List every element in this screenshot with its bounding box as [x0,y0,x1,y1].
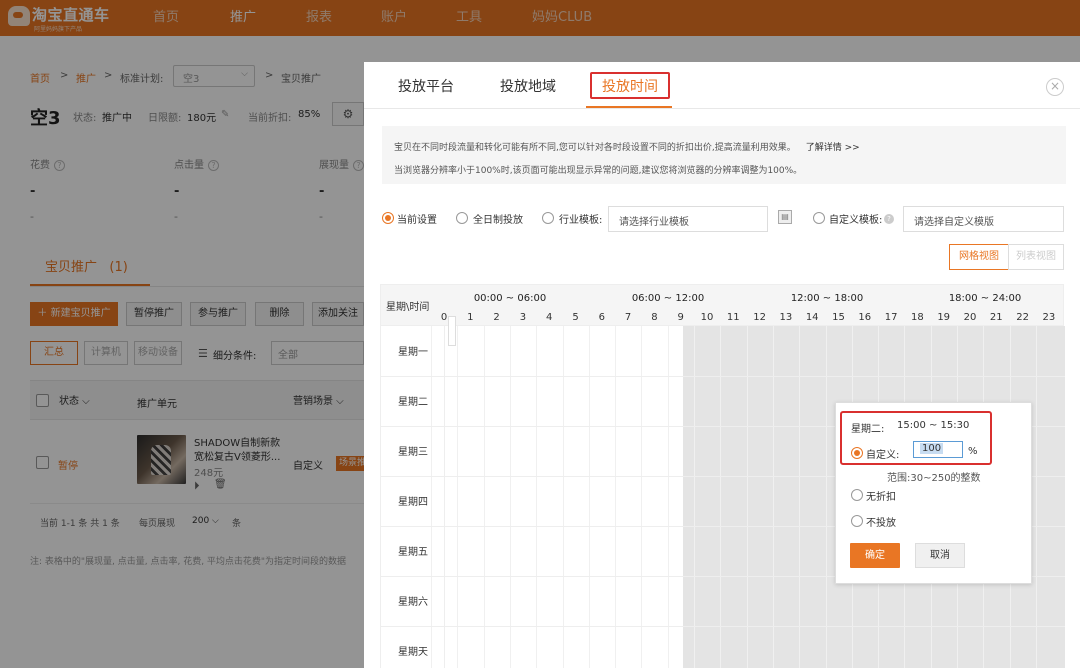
hour-label[interactable]: 6 [589,312,615,323]
hour-label[interactable]: 23 [1036,312,1062,323]
hour-label[interactable]: 9 [668,312,694,323]
save-template-icon[interactable]: ▤ [778,210,792,224]
day-label[interactable]: 星期六 [381,593,445,608]
grid-column-line [509,326,511,668]
hour-label[interactable]: 15 [826,312,852,323]
hour-label[interactable]: 5 [563,312,589,323]
hour-label[interactable]: 12 [747,312,773,323]
grid-corner-label: 星期\时间 [386,302,430,313]
grid-column-line [536,326,538,668]
info-banner: 宝贝在不同时段流量和转化可能有所不同,您可以针对各时段设置不同的折扣出价,提高流… [382,126,1066,184]
radio-no-discount[interactable] [851,489,863,501]
day-label[interactable]: 星期二 [381,393,445,408]
hour-label[interactable]: 4 [536,312,562,323]
radio-current-label: 当前设置 [397,215,437,226]
day-label[interactable]: 星期三 [381,443,445,458]
grid-column-line [667,326,669,668]
hour-label[interactable]: 16 [852,312,878,323]
info-line-2: 当浏览器分辨率小于100%时,该页面可能出现显示异常的问题,建议您将浏览器的分辨… [394,166,803,176]
grid-column-line [799,326,801,668]
hour-label[interactable]: 20 [957,312,983,323]
grid-row-line [381,626,1065,627]
industry-template-select[interactable]: 请选择行业模板 [608,206,768,232]
radio-all-day-label: 全日制投放 [473,215,523,226]
day-label[interactable]: 星期天 [381,643,445,658]
percent-sign: % [968,446,978,457]
range-label: 00:00 ~ 06:00 [473,293,547,304]
hour-label[interactable]: 18 [904,312,930,323]
grid-column-line [483,326,485,668]
hour-label[interactable]: 14 [799,312,825,323]
range-label: 12:00 ~ 18:00 [790,293,864,304]
grid-column-line [588,326,590,668]
hour-label[interactable]: 3 [510,312,536,323]
radio-custom-label: 自定义模板: [829,215,883,226]
radio-all-day[interactable] [456,212,468,224]
no-delivery-label: 不投放 [866,518,896,529]
grid-column-line [825,326,827,668]
grid-row-line [381,376,1065,377]
grid-column-line [457,326,459,668]
learn-more-link[interactable]: 了解详情 >> [806,143,860,153]
schedule-grid-header: 星期\时间 00:00 ~ 06:00 06:00 ~ 12:00 12:00 … [380,284,1064,326]
hour-label[interactable]: 19 [931,312,957,323]
discount-input[interactable]: 100 [913,441,963,458]
grid-column-line [720,326,722,668]
hour-label[interactable]: 10 [694,312,720,323]
hour-label[interactable]: 7 [615,312,641,323]
help-icon[interactable]: ? [884,214,894,224]
tab-platform[interactable]: 投放平台 [398,76,454,96]
close-icon[interactable]: × [1046,78,1064,96]
radio-no-delivery[interactable] [851,515,863,527]
hour-label[interactable]: 21 [983,312,1009,323]
list-view-button[interactable]: 列表视图 [1008,244,1064,270]
day-label[interactable]: 星期一 [381,343,445,358]
hour-label[interactable]: 11 [720,312,746,323]
grid-column-line [641,326,643,668]
divider [364,108,1080,109]
info-line-1: 宝贝在不同时段流量和转化可能有所不同,您可以针对各时段设置不同的折扣出价,提高流… [394,143,860,153]
hour-label[interactable]: 2 [484,312,510,323]
grid-column-line [772,326,774,668]
grid-view-button[interactable]: 网格视图 [949,244,1009,270]
grid-column-line [615,326,617,668]
hour-label[interactable]: 1 [457,312,483,323]
day-label[interactable]: 星期四 [381,493,445,508]
cancel-button[interactable]: 取消 [915,543,965,568]
range-label: 06:00 ~ 12:00 [631,293,705,304]
tab-region[interactable]: 投放地域 [500,76,556,96]
range-hint: 范围:30~250的整数 [887,473,981,484]
grid-column-line [562,326,564,668]
hour-label[interactable]: 13 [773,312,799,323]
confirm-button[interactable]: 确定 [850,543,900,568]
grid-column-line [746,326,748,668]
grid-column-line [694,326,695,668]
no-discount-label: 无折扣 [866,492,896,503]
custom-template-select[interactable]: 请选择自定义模版 [903,206,1064,232]
hour-label[interactable]: 8 [641,312,667,323]
radio-custom[interactable] [813,212,825,224]
tab-highlight-box [590,72,670,99]
hour-label[interactable]: 22 [1010,312,1036,323]
slot-day: 星期二: [851,424,885,435]
radio-custom-discount[interactable] [851,447,863,459]
slot-time: 15:00 ~ 15:30 [897,420,970,431]
grid-column-line [1035,326,1037,668]
range-label: 18:00 ~ 24:00 [948,293,1022,304]
custom-discount-label: 自定义: [866,450,900,461]
hour-label[interactable]: 17 [878,312,904,323]
day-label[interactable]: 星期五 [381,543,445,558]
selected-time-slot[interactable] [448,316,456,346]
radio-current[interactable] [382,212,394,224]
radio-industry[interactable] [542,212,554,224]
radio-industry-label: 行业模板: [559,215,603,226]
